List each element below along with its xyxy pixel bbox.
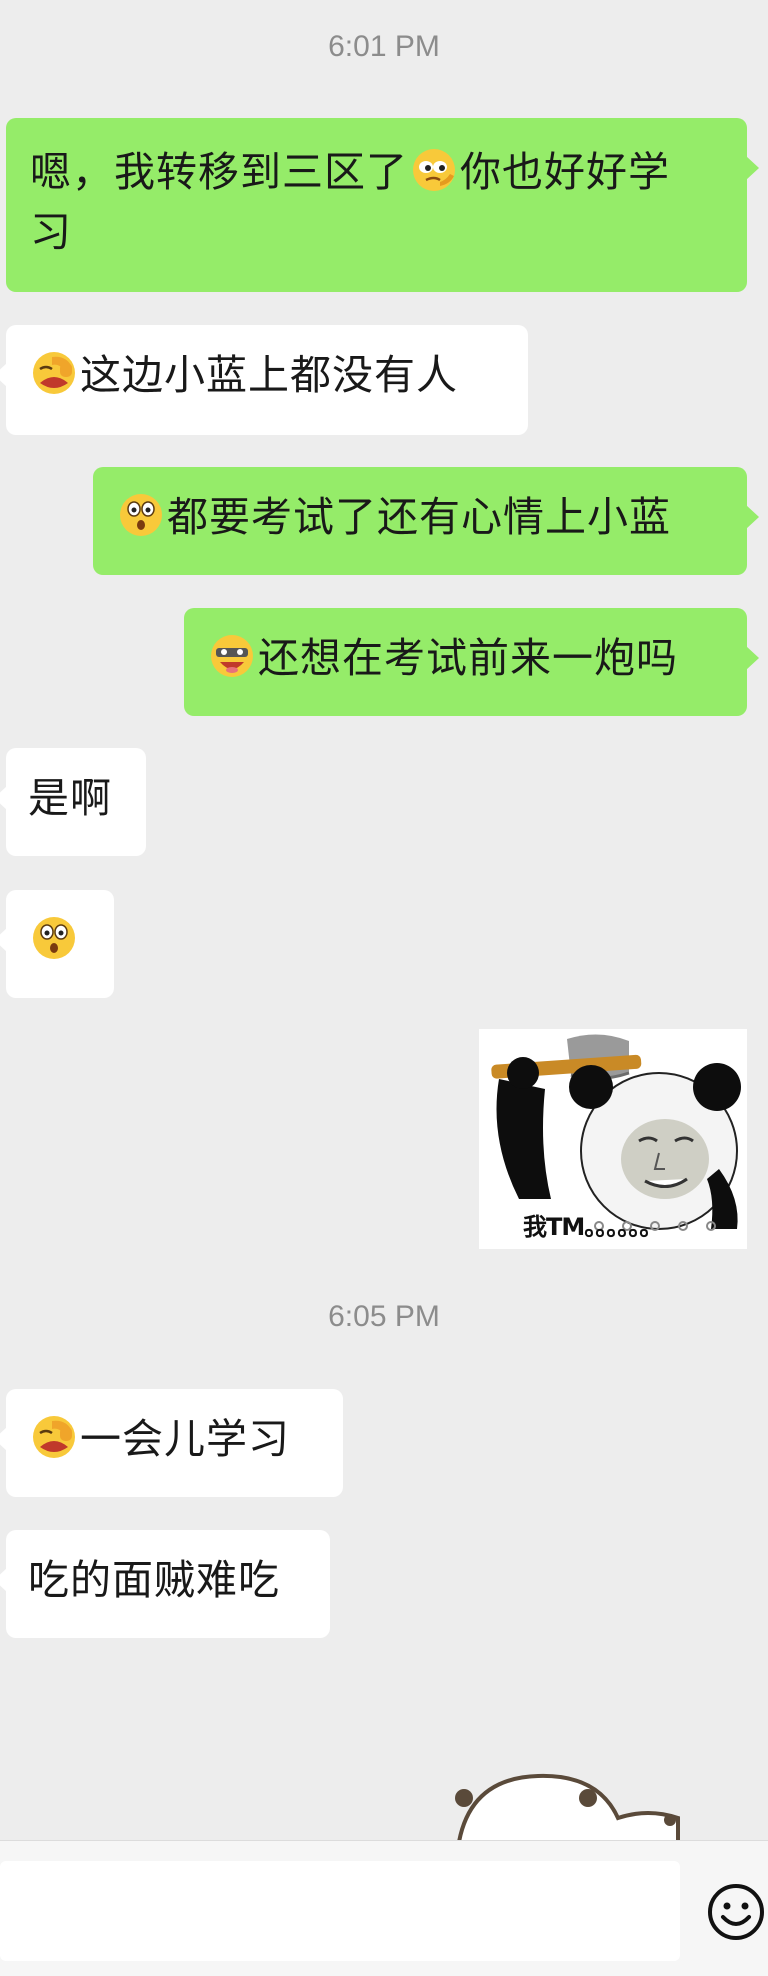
chat-message-list[interactable]: 6:01 PM 嗯，我转移到三区了 你也好好学习 这边小蓝上都没有人 都要考试了还… — [0, 0, 768, 1848]
message-text: 你也好好学 — [460, 148, 670, 196]
message-text: 一会儿学习 — [80, 1415, 290, 1463]
message-input-bar — [0, 1840, 768, 1976]
timestamp: 6:01 PM — [328, 30, 440, 63]
panda-axe-sticker[interactable]: 我TM。。。。。。 — [479, 1029, 747, 1249]
sticker-caption: 我TM。。。。。。 — [523, 1213, 663, 1241]
shocked-emoji-icon — [117, 491, 165, 539]
message-text: 嗯，我转移到三区了 — [30, 148, 408, 196]
message-text: 习 — [30, 208, 72, 256]
message-text: 吃的面贼难吃 — [28, 1556, 280, 1604]
smirk-emoji-icon — [410, 146, 458, 194]
message-text: 这边小蓝上都没有人 — [80, 351, 458, 399]
facepalm-emoji-icon — [30, 1413, 78, 1461]
partial-sticker[interactable] — [448, 1768, 698, 1848]
timestamp: 6:05 PM — [328, 1300, 440, 1333]
their-message-bubble[interactable]: 一会儿学习 — [0, 1389, 343, 1497]
their-message-bubble[interactable] — [0, 890, 114, 998]
shocked-emoji-icon — [30, 914, 78, 962]
message-text: 还想在考试前来一炮吗 — [258, 634, 678, 682]
message-text: 都要考试了还有心情上小蓝 — [167, 493, 671, 541]
smiley-face-icon[interactable] — [707, 1883, 765, 1941]
bear-sticker-image — [455, 1773, 680, 1848]
their-message-bubble[interactable]: 是啊 — [0, 748, 146, 856]
message-text: 是啊 — [28, 774, 112, 822]
my-message-bubble[interactable]: 嗯，我转移到三区了 你也好好学习 — [6, 118, 759, 292]
their-message-bubble[interactable]: 这边小蓝上都没有人 — [0, 325, 528, 435]
my-message-bubble[interactable]: 都要考试了还有心情上小蓝 — [93, 467, 759, 575]
facepalm-emoji-icon — [30, 349, 78, 397]
my-message-bubble[interactable]: 还想在考试前来一炮吗 — [184, 608, 759, 716]
grin-emoji-icon — [208, 632, 256, 680]
message-input[interactable] — [0, 1861, 680, 1961]
their-message-bubble[interactable]: 吃的面贼难吃 — [0, 1530, 330, 1638]
